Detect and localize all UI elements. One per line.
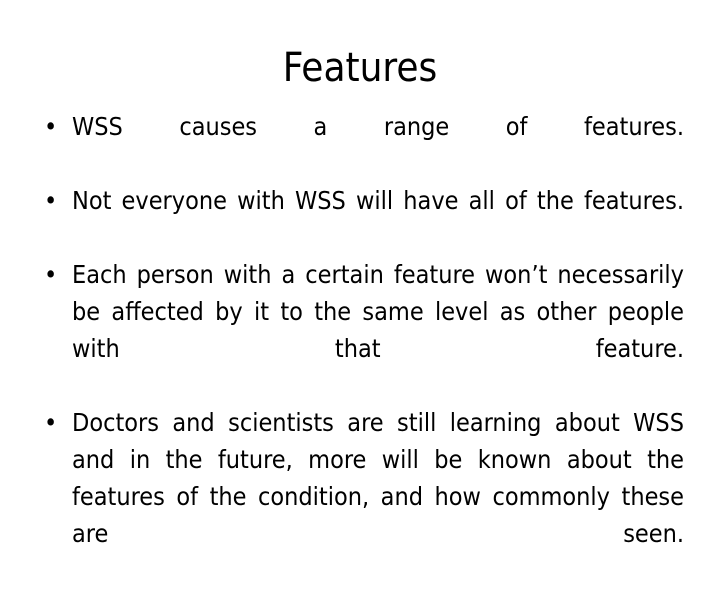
- bullet-point-icon: •: [44, 260, 58, 289]
- bullet-item: • Doctors and scientists are still learn…: [36, 404, 684, 589]
- slide-title: Features: [282, 45, 438, 91]
- bullet-item-text: Not everyone with WSS will have all of t…: [72, 186, 684, 215]
- presentation-slide: Features • WSS causes a range of feature…: [0, 0, 720, 548]
- bullet-item: • Each person with a certain feature won…: [36, 256, 684, 404]
- bullet-point-icon: •: [44, 112, 58, 141]
- bullet-item-text: Doctors and scientists are still learnin…: [72, 408, 684, 548]
- bullet-item-text: Each person with a certain feature won’t…: [72, 260, 684, 363]
- bullet-point-icon: •: [44, 408, 58, 437]
- bullet-item-text: WSS causes a range of features.: [72, 112, 684, 141]
- bullet-list: • WSS causes a range of features. • Not …: [36, 108, 684, 589]
- slide-body: • WSS causes a range of features. • Not …: [36, 108, 684, 589]
- bullet-item: • Not everyone with WSS will have all of…: [36, 182, 684, 256]
- bullet-item: • WSS causes a range of features.: [36, 108, 684, 182]
- bullet-point-icon: •: [44, 186, 58, 215]
